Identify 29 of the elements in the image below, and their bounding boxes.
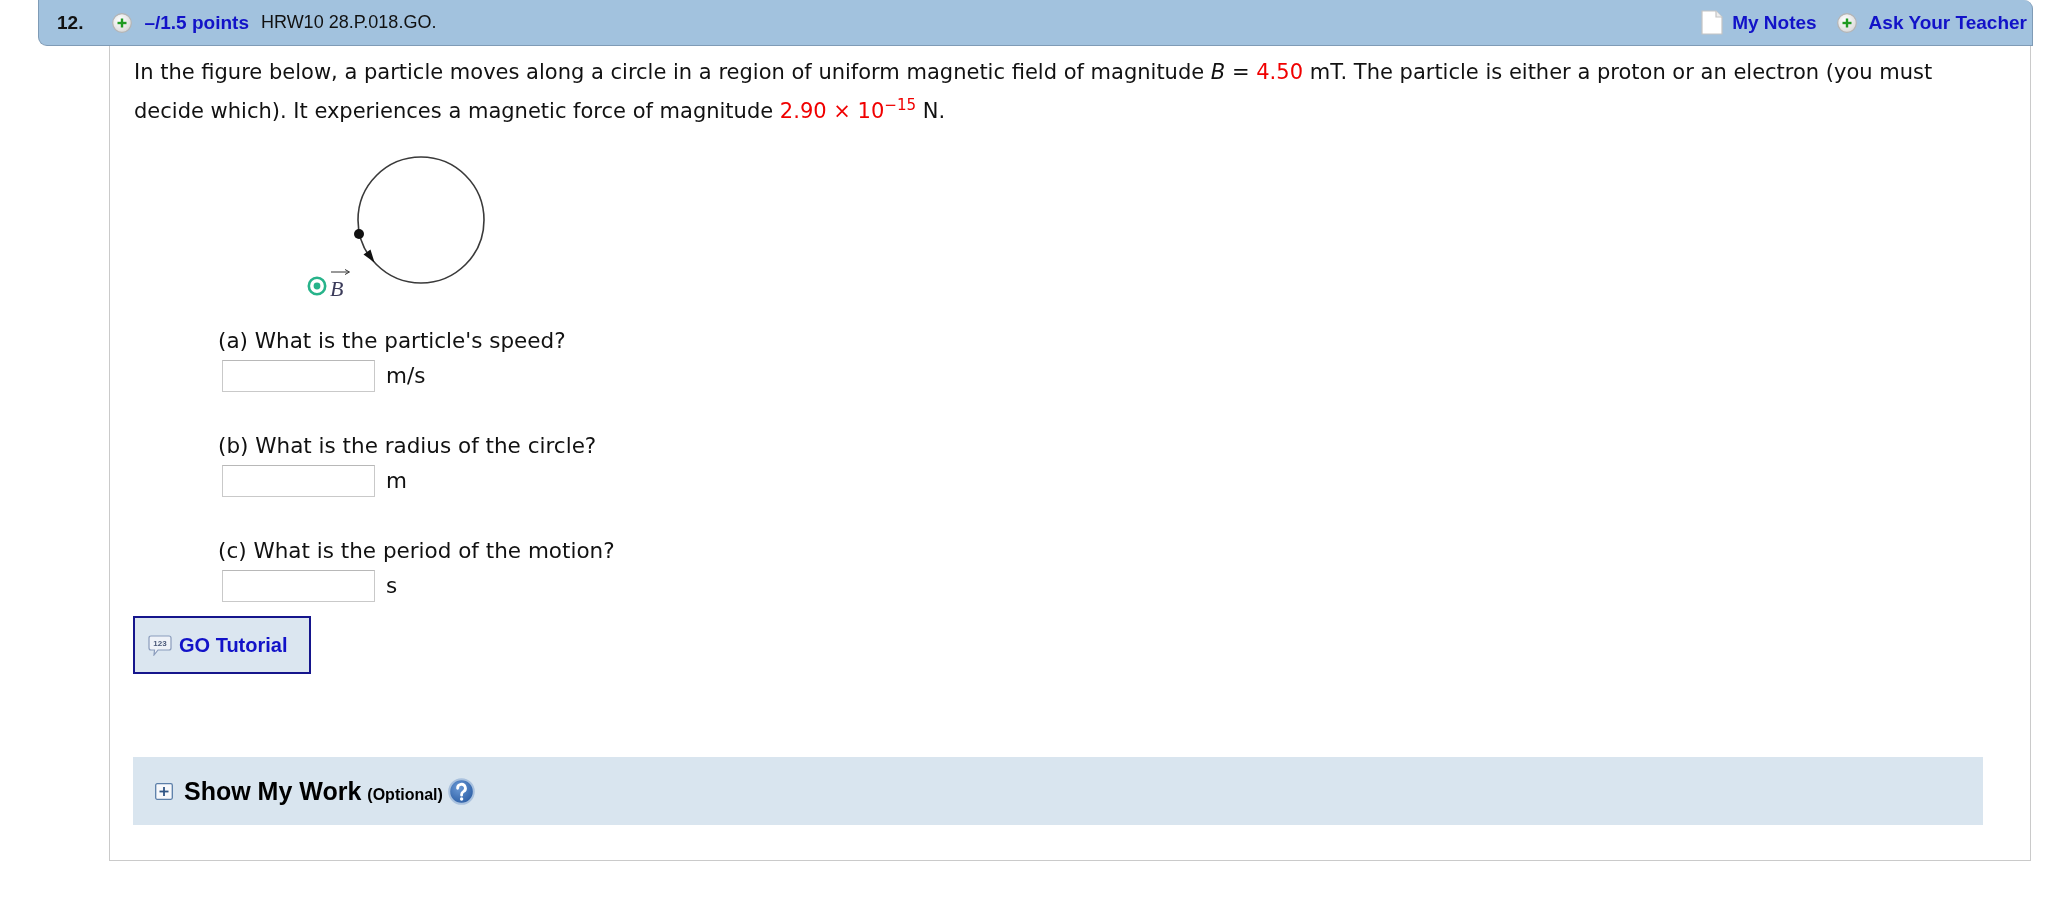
my-notes-link[interactable]: My Notes [1701, 10, 1817, 35]
question-prompt: (b) What is the radius of the circle? [218, 432, 597, 460]
points-label: –/1.5 points [144, 11, 249, 34]
unit-label: m [386, 467, 407, 495]
go-tutorial-button[interactable]: 123 GO Tutorial [133, 616, 311, 674]
panel-title: Show My Work [184, 776, 362, 806]
field-out-of-page-icon [307, 276, 327, 296]
ask-teacher-link[interactable]: Ask Your Teacher [1836, 11, 2027, 34]
direction-arrowhead [363, 249, 375, 263]
question-prompt: (c) What is the period of the motion? [218, 537, 615, 565]
help-icon[interactable] [447, 777, 475, 805]
plus-icon[interactable] [1836, 12, 1857, 33]
unit-label: m/s [386, 362, 426, 390]
page-icon[interactable] [1701, 10, 1724, 35]
vector-arrow [330, 269, 350, 275]
question-number: 12. [57, 11, 84, 34]
speech-bubble-icon: 123 [148, 634, 172, 656]
optional-note: (Optional) [367, 785, 443, 804]
answer-input[interactable] [222, 570, 375, 602]
question-prompt: (a) What is the particle's speed? [218, 327, 566, 355]
expand-icon[interactable] [155, 782, 173, 800]
answer-input[interactable] [222, 360, 375, 392]
question-text: In the figure below, a particle moves along a circle in a region of uniform magnetic field of magnitude B = 4.50 mT. The particle is either a proton or an electron (you must decide which). It experiences a magnetic force of magnitude 2.90 × 10$^{−15}$ N. [134, 59, 1934, 125]
particle-dot [354, 229, 364, 239]
plus-icon[interactable] [112, 12, 133, 33]
unit-label: s [386, 572, 398, 600]
field-label: B [330, 276, 344, 301]
question-code: HRW10 28.P.018.GO. [260, 12, 437, 33]
answer-input[interactable] [222, 465, 375, 497]
